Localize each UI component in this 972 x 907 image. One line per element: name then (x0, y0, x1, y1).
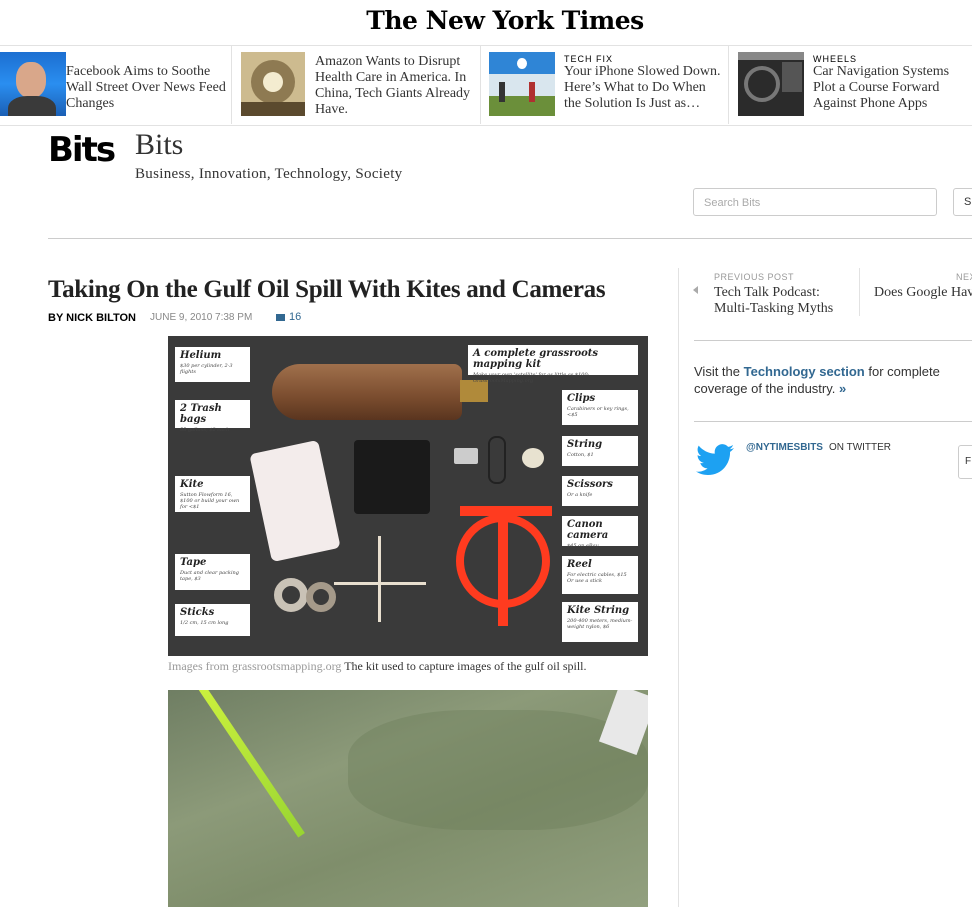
technology-section-link[interactable]: Technology section (744, 364, 865, 379)
caption-text: The kit used to capture images of the gu… (341, 659, 587, 673)
kit-photo: Helium $30 per cylinder, 2-3 flights A co… (168, 336, 648, 656)
ribbon-item[interactable]: Facebook Aims to Soothe Wall Street Over… (0, 46, 230, 124)
kit-label: Tape Duct and clear packing tape, $3 (175, 554, 250, 590)
next-post-label: NEXT (956, 272, 972, 282)
previous-post-label: PREVIOUS POST (714, 272, 795, 282)
twitter-bird-icon[interactable] (696, 444, 734, 476)
camera (454, 448, 478, 464)
search-button[interactable]: S (953, 188, 972, 216)
ribbon-headline: Your iPhone Slowed Down. Here’s What to … (564, 64, 721, 111)
article-date: JUNE 9, 2010 7:38 PM (150, 312, 253, 323)
photo-caption: Images from grassrootsmapping.org The ki… (168, 659, 586, 674)
nav-divider (859, 268, 860, 316)
ribbon-item[interactable]: WHEELS Car Navigation Systems Plot a Cou… (738, 46, 972, 124)
kit-label: 2 Trash bags 55 gallons, $2 each (175, 400, 250, 433)
ribbon-headline: Facebook Aims to Soothe Wall Street Over… (66, 64, 226, 111)
ribbon-separator (231, 46, 232, 124)
ribbon-separator (728, 46, 729, 124)
follow-button[interactable]: F (958, 445, 972, 479)
scissors (488, 436, 506, 484)
kit-label: Clips Carabiners or key rings, <$5 (562, 390, 638, 425)
twitter-suffix: ON TWITTER (829, 442, 892, 453)
kit-label: Helium $30 per cylinder, 2-3 flights (175, 347, 250, 382)
kit-label: String Cotton, $1 (562, 436, 638, 466)
stick-vertical (378, 536, 381, 622)
blog-title[interactable]: Bits (135, 128, 183, 162)
kit-label: Sticks 1/2 cm, 15 cm long (175, 604, 250, 636)
previous-post-link[interactable]: Tech Talk Podcast: Multi-Tasking Myths (714, 285, 854, 317)
kit-label: Reel For electric cables, $15 Or use a st… (562, 556, 638, 594)
kit-label: A complete grassroots mapping kit Make yo… (468, 345, 638, 384)
aerial-photo (168, 690, 648, 907)
ribbon-item[interactable]: Amazon Wants to Disrupt Health Care in A… (241, 46, 479, 124)
apple-store-photo (489, 52, 555, 116)
string-ball (522, 448, 544, 468)
trash-bags (354, 440, 430, 514)
blog-tagline: Business, Innovation, Technology, Societ… (135, 166, 403, 182)
tech-note-pre: Visit the (694, 364, 744, 379)
chevron-left-icon[interactable] (693, 286, 698, 294)
comment-icon[interactable] (276, 314, 285, 321)
search-input[interactable]: Search Bits (693, 188, 937, 216)
double-arrow-icon[interactable]: » (839, 381, 846, 396)
kit-label: Canon camera $45 on eBay (562, 516, 638, 549)
article-headline: Taking On the Gulf Oil Spill With Kites … (48, 276, 606, 303)
reel-bar (498, 506, 508, 626)
kite-bag (249, 439, 341, 563)
photo-credit: Images from grassrootsmapping.org (168, 659, 342, 673)
tape-roll-2 (306, 582, 336, 612)
article-byline[interactable]: BY NICK BILTON (48, 312, 136, 324)
zuckerberg-photo (0, 52, 66, 116)
sidebar-divider (694, 421, 972, 422)
next-post-link[interactable]: Does Google Have (874, 285, 972, 301)
twitter-handle-link[interactable]: @NYTIMESBITS (746, 442, 823, 453)
ribbon-divider (0, 125, 972, 126)
helium-tank (272, 364, 462, 420)
car-dashboard-photo (738, 52, 804, 116)
kit-label: Scissors Or a knife (562, 476, 638, 506)
bits-logo[interactable]: Bits (48, 130, 116, 170)
ribbon-headline: Car Navigation Systems Plot a Course For… (813, 64, 950, 111)
kit-label: Kite String 200-400 meters, medium-weight… (562, 602, 638, 642)
ribbon-kicker: WHEELS (813, 54, 858, 64)
comment-count[interactable]: 16 (289, 311, 301, 323)
header-divider (48, 238, 972, 239)
sidebar-divider (678, 268, 679, 907)
ribbon-headline: Amazon Wants to Disrupt Health Care in A… (315, 54, 471, 117)
nyt-logo[interactable]: The New York Times (0, 6, 972, 35)
sidebar-divider (694, 340, 972, 341)
kite-string-line (192, 690, 305, 838)
technology-section-note: Visit the Technology section for complet… (694, 363, 972, 397)
kit-label: Kite Sutton Flowform 16, $100 or build yo… (175, 476, 250, 512)
robot-photo (241, 52, 305, 116)
ribbon-kicker: TECH FIX (564, 54, 614, 64)
ribbon-item[interactable]: TECH FIX Your iPhone Slowed Down. Here’s… (489, 46, 727, 124)
ribbon-separator (480, 46, 481, 124)
tape-roll (274, 578, 308, 612)
